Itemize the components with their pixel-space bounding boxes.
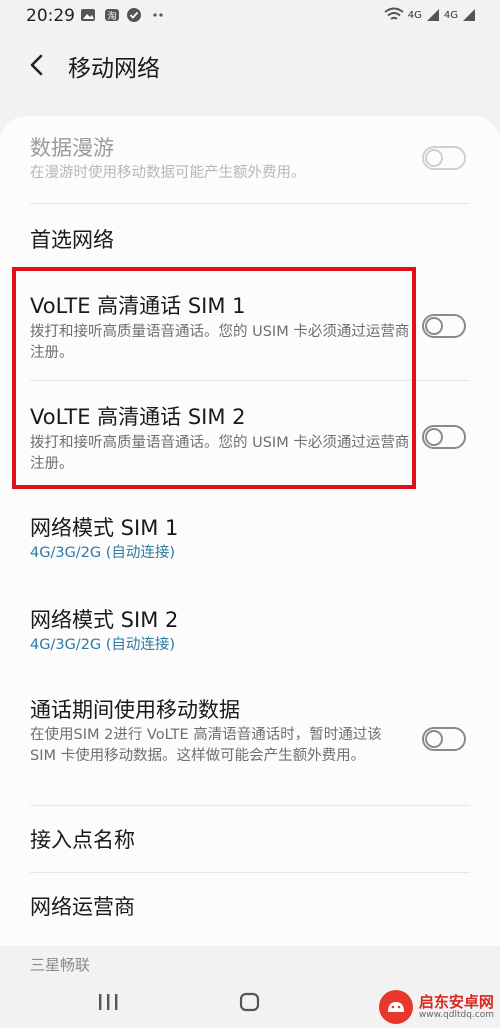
android-logo-icon [387,1002,404,1012]
toggle-knob [425,149,443,167]
setting-volte-sim1[interactable]: VoLTE 高清通话 SIM 1 拨打和接听高质量语音通话。您的 USIM 卡必… [0,272,500,380]
setting-title: VoLTE 高清通话 SIM 2 [30,405,246,429]
watermark-logo-icon [378,990,413,1024]
setting-data-during-calls[interactable]: 通话期间使用移动数据 在使用SIM 2进行 VoLTE 高清语音通话时，暂时通过… [0,680,500,804]
setting-title: VoLTE 高清通话 SIM 1 [30,294,246,318]
status-right-icons: 4G 4G [384,7,476,23]
taobao-icon: 淘 [105,9,119,22]
setting-network-operators[interactable]: 网络运营商 [0,873,500,939]
toggle-knob [425,317,443,335]
setting-title: 网络运营商 [30,895,135,919]
app-header: 移动网络 [0,34,500,96]
signal-icon [426,9,439,21]
network-type-sim1: 4G [407,9,422,21]
home-icon[interactable] [238,990,262,1014]
setting-value: 4G/3G/2G (自动连接) [30,545,176,561]
watermark-brand: 启东安卓网 [418,993,494,1011]
volte-sim1-toggle[interactable] [422,314,466,338]
network-type-sim2: 4G [443,9,458,21]
setting-network-mode-sim2[interactable]: 网络模式 SIM 2 4G/3G/2G (自动连接) [0,588,500,674]
setting-title: 通话期间使用移动数据 [30,698,240,722]
recent-apps-icon[interactable] [96,990,120,1014]
svg-text:淘: 淘 [107,10,116,22]
check-badge-icon [127,8,141,22]
setting-subtitle: 拨打和接听高质量语音通话。您的 USIM 卡必须通过运营商注册。 [30,435,410,472]
navigation-bar: 启东安卓网 www.qdltdq.com [0,976,500,1028]
wifi-icon [384,7,404,20]
setting-title: 网络模式 SIM 1 [30,516,179,540]
setting-title: 首选网络 [30,228,114,252]
setting-subtitle: 拨打和接听高质量语音通话。您的 USIM 卡必须通过运营商注册。 [30,324,410,361]
setting-title: 网络模式 SIM 2 [30,608,179,632]
setting-title: 数据漫游 [30,136,114,160]
setting-network-mode-sim1[interactable]: 网络模式 SIM 1 4G/3G/2G (自动连接) [0,496,500,582]
setting-volte-sim2[interactable]: VoLTE 高清通话 SIM 2 拨打和接听高质量语音通话。您的 USIM 卡必… [0,381,500,487]
status-bar: 20:29 淘 4G 4G [0,0,500,34]
volte-sim2-toggle[interactable] [422,425,466,449]
back-arrow-icon[interactable] [22,50,52,80]
data-roaming-toggle[interactable] [422,146,466,170]
toggle-knob [425,730,443,748]
section-header: 三星畅联 [30,956,91,974]
watermark: 启东安卓网 www.qdltdq.com [378,990,494,1024]
setting-access-point-names[interactable]: 接入点名称 [0,806,500,872]
toggle-knob [425,428,443,446]
setting-subtitle: 在漫游时使用移动数据可能产生额外费用。 [30,165,306,181]
watermark-url: www.qdltdq.com [418,1010,494,1020]
setting-subtitle: 在使用SIM 2进行 VoLTE 高清语音通话时，暂时通过该 SIM 卡使用移动… [30,727,382,764]
data-during-calls-toggle[interactable] [422,727,466,751]
signal-icon [463,9,475,21]
more-dots-icon [153,13,163,17]
setting-value: 4G/3G/2G (自动连接) [30,637,176,653]
setting-preferred-network[interactable]: 首选网络 [0,204,500,270]
page-title: 移动网络 [68,56,160,82]
gallery-icon [81,9,95,21]
status-time: 20:29 [26,6,75,26]
setting-title: 接入点名称 [30,828,135,852]
setting-data-roaming[interactable]: 数据漫游 在漫游时使用移动数据可能产生额外费用。 [0,116,500,204]
